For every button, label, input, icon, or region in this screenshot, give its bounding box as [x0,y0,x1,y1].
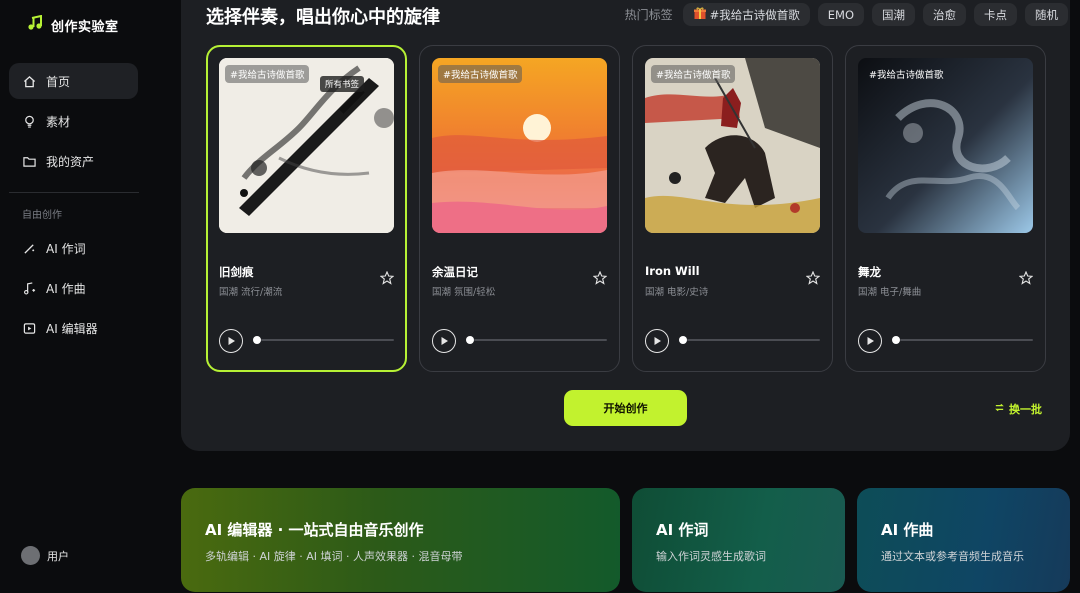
app-title: 创作实验室 [51,19,119,35]
progress-knob[interactable] [679,336,687,344]
music-add-icon [22,281,36,295]
play-button[interactable] [432,329,456,353]
nav-item-materials[interactable]: 素材 [9,103,138,139]
song-title: Iron Will [645,264,700,278]
feature-ai-compose[interactable]: AI 作曲 通过文本或参考音频生成音乐 [857,488,1070,592]
progress-track[interactable] [900,339,1033,341]
progress-knob[interactable] [466,336,474,344]
cover-tag: #我给古诗做首歌 [651,65,736,83]
hot-tags: 热门标签 #我给古诗做首歌 EMO 国潮 治愈 卡点 随机 [625,3,1068,26]
song-cover: #我给古诗做首歌 所有书签 [219,58,394,233]
user-profile[interactable]: 用户 [21,546,69,565]
star-icon[interactable] [805,270,821,285]
song-meta: 国潮 电子/舞曲 [858,287,922,298]
gift-icon [693,6,707,23]
nav-item-ai-compose[interactable]: AI 作曲 [9,270,138,306]
tag-ancient-poem[interactable]: #我给古诗做首歌 [682,3,810,26]
nav-item-ai-editor[interactable]: AI 编辑器 [9,310,138,346]
refresh-label: 换一批 [1009,403,1042,416]
feature-ai-editor[interactable]: AI 编辑器 · 一站式自由音乐创作 多轨编辑 · AI 旋律 · AI 填词 … [181,488,620,592]
feature-title: AI 作曲 [881,521,934,539]
nav-label: 素材 [46,114,71,129]
section-label-free-create: 自由创作 [22,210,62,221]
cover-tag: #我给古诗做首歌 [438,65,523,83]
star-icon[interactable] [379,270,395,285]
user-name: 用户 [47,549,69,563]
folder-icon [22,154,36,168]
play-icon [441,337,448,345]
start-create-button[interactable]: 开始创作 [564,390,687,426]
song-title: 余温日记 [432,265,478,279]
play-button[interactable] [645,329,669,353]
sidebar: 创作实验室 首页 素材 我的资产 自由创作 AI 作词 AI 作曲 AI 编辑器… [0,0,150,593]
progress-knob[interactable] [253,336,261,344]
editor-icon [22,321,36,335]
nav-label: 我的资产 [46,154,95,169]
nav-label: AI 作词 [46,241,86,256]
tag-healing[interactable]: 治愈 [923,3,966,26]
home-icon [22,74,36,88]
magic-pen-icon [22,241,36,255]
tag-label: #我给古诗做首歌 [709,7,800,22]
nav-item-home[interactable]: 首页 [9,63,138,99]
app-logo[interactable]: 创作实验室 [27,14,119,35]
star-icon[interactable] [1018,270,1034,285]
song-title: 舞龙 [858,265,881,279]
dragon-smoke-art [858,58,1033,233]
play-button[interactable] [219,329,243,353]
star-icon[interactable] [592,270,608,285]
sidebar-divider [9,192,139,193]
song-title: 旧剑痕 [219,265,254,279]
lightbulb-icon [22,114,36,128]
song-cover: #我给古诗做首歌 [858,58,1033,233]
nav-item-assets[interactable]: 我的资产 [9,143,138,179]
feature-title: AI 作词 [656,521,709,539]
play-icon [867,337,874,345]
nav-item-ai-lyrics[interactable]: AI 作词 [9,230,138,266]
song-meta: 国潮 氛围/轻松 [432,287,496,298]
feature-title: AI 编辑器 · 一站式自由音乐创作 [205,521,424,539]
progress-track[interactable] [261,339,394,341]
cover-tag: #我给古诗做首歌 [225,65,310,83]
tag-emo[interactable]: EMO [817,3,864,26]
refresh-icon [994,402,1005,416]
hot-tags-label: 热门标签 [624,8,673,22]
tag-beat[interactable]: 卡点 [974,3,1017,26]
sunset-art [432,58,607,233]
feature-desc: 多轨编辑 · AI 旋律 · AI 填词 · 人声效果器 · 混音母带 [205,550,463,563]
progress-track[interactable] [474,339,607,341]
nav-label: 首页 [46,74,71,89]
tag-random[interactable]: 随机 [1025,3,1068,26]
song-card-3[interactable]: #我给古诗做首歌 Iron Will 国潮 电影/史诗 [632,45,833,372]
song-card-4[interactable]: #我给古诗做首歌 舞龙 国潮 电子/舞曲 [845,45,1046,372]
refresh-batch-button[interactable]: 换一批 [994,401,1042,417]
bookmark-badge: 所有书签 [319,76,364,92]
feature-ai-lyrics[interactable]: AI 作词 输入作词灵感生成歌词 [632,488,845,592]
cover-tag: #我给古诗做首歌 [869,70,944,81]
music-note-icon [27,14,43,35]
play-button[interactable] [858,329,882,353]
nav-label: AI 作曲 [46,281,86,296]
sword-ink-art [219,58,394,233]
play-icon [654,337,661,345]
tag-guochao[interactable]: 国潮 [872,3,915,26]
play-icon [228,337,235,345]
progress-track[interactable] [687,339,820,341]
song-meta: 国潮 流行/潮流 [219,287,283,298]
avatar [21,546,40,565]
feature-desc: 输入作词灵感生成歌词 [656,550,766,563]
song-card-1[interactable]: #我给古诗做首歌 所有书签 旧剑痕 国潮 流行/潮流 [206,45,407,372]
nav-label: AI 编辑器 [46,321,98,336]
progress-knob[interactable] [892,336,900,344]
song-cover: #我给古诗做首歌 [432,58,607,233]
page-title: 选择伴奏，唱出你心中的旋律 [206,7,440,28]
song-cover: #我给古诗做首歌 [645,58,820,233]
feature-desc: 通过文本或参考音频生成音乐 [881,550,1024,563]
warrior-horse-art [645,58,820,233]
song-meta: 国潮 电影/史诗 [645,287,709,298]
song-card-2[interactable]: #我给古诗做首歌 余温日记 国潮 氛围/轻松 [419,45,620,372]
